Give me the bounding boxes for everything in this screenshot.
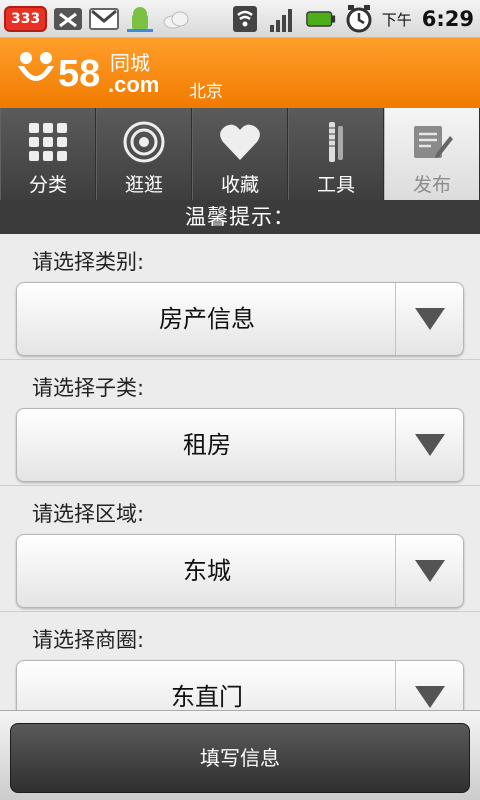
status-left: 333 [4,4,191,34]
tools-icon [329,122,343,162]
field-label: 请选择商圈: [32,628,145,652]
tab-label: 逛逛 [124,174,163,196]
city-label[interactable]: 北京 [189,77,223,102]
triangle-down-icon [414,560,445,582]
triangle-down-icon [414,308,445,330]
tab-label: 分类 [28,174,67,196]
bottom-action-bar: 填写信息 [0,710,480,800]
publish-form: 请选择类别: 房产信息 请选择子类: 租房 请选择区域: 东城 请选择商圈: 东… [0,234,480,710]
grid-icon [29,123,67,161]
58-logo: 58 同城 .com [18,51,159,97]
svg-text:58: 58 [58,53,100,95]
business-area-select[interactable]: 东直门 [16,660,464,710]
status-right: 下午 6:29 [230,4,474,34]
form-field-category: 请选择类别: 房产信息 [0,234,480,360]
select-value: 东城 [183,557,231,585]
signal-icon [269,9,292,32]
dropdown-arrow-button[interactable] [395,661,463,710]
tab-publish[interactable]: 发布 [384,108,480,200]
tab-tools[interactable]: 工具 [288,108,384,200]
main-tab-bar: 分类 逛逛 收藏 工具 发布 [0,108,480,200]
time-period: 下午 [381,10,412,29]
form-field-district: 请选择区域: 东城 [0,486,480,612]
clock-time: 6:29 [421,7,474,31]
select-value: 租房 [183,431,231,459]
tab-category[interactable]: 分类 [0,108,96,200]
status-bar: 333 下午 6:29 [0,0,480,38]
target-icon [123,121,165,163]
android-download-icon [127,7,154,32]
svg-text:.com: .com [108,72,159,97]
select-value: 房产信息 [159,305,255,333]
missed-call-icon [54,8,83,30]
field-label: 请选择类别: [32,250,145,274]
notification-count-badge: 333 [4,6,48,32]
tab-browse[interactable]: 逛逛 [96,108,192,200]
edit-note-icon [414,126,453,158]
gmail-icon [89,8,120,30]
form-field-business-area: 请选择商圈: 东直门 [0,612,480,710]
cloud-icon [163,11,189,29]
tab-favorites[interactable]: 收藏 [192,108,288,200]
dropdown-arrow-button[interactable] [395,283,463,355]
select-value: 东直门 [171,683,243,710]
heart-icon [220,124,260,160]
category-select[interactable]: 房产信息 [16,282,464,356]
alarm-icon [346,5,372,33]
form-field-subcategory: 请选择子类: 租房 [0,360,480,486]
dropdown-arrow-button[interactable] [395,535,463,607]
tab-label: 工具 [316,174,355,196]
triangle-down-icon [414,434,445,456]
wifi-icon [232,6,257,32]
subcategory-select[interactable]: 租房 [16,408,464,482]
fill-info-button[interactable]: 填写信息 [10,723,470,793]
triangle-down-icon [414,686,445,708]
notice-bar: 温馨提示： [0,200,480,234]
field-label: 请选择区域: [32,502,145,526]
battery-icon [305,11,335,27]
field-label: 请选择子类: [32,376,145,400]
dropdown-arrow-button[interactable] [395,409,463,481]
tab-label: 收藏 [220,174,259,196]
app-header: 58 同城 .com 北京 [0,38,480,108]
district-select[interactable]: 东城 [16,534,464,608]
tab-label: 发布 [412,174,451,196]
